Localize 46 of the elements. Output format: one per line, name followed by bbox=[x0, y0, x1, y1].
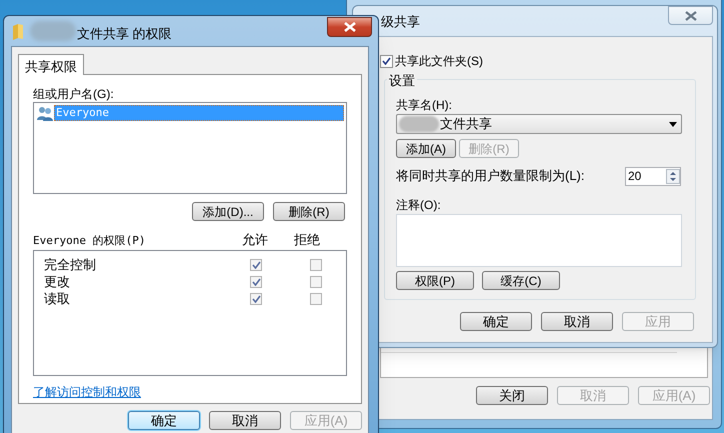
field-label: 注释(O): bbox=[396, 197, 442, 212]
dialog-button[interactable]: 缓存(C) bbox=[482, 271, 560, 290]
checkbox[interactable] bbox=[310, 292, 322, 304]
column-header: 拒绝 bbox=[293, 230, 321, 248]
dialog-button[interactable]: 取消 bbox=[541, 312, 613, 331]
checkbox-label: 共享此文件夹(S) bbox=[395, 53, 483, 70]
close-icon bbox=[684, 10, 696, 20]
checkbox[interactable] bbox=[250, 276, 262, 288]
spin-arrows-icon[interactable] bbox=[666, 168, 680, 184]
caret-icon bbox=[669, 122, 677, 126]
field-label: 将同时共享的用户数量限制为(L): bbox=[396, 167, 584, 186]
comment-field[interactable] bbox=[396, 214, 682, 267]
checkbox[interactable] bbox=[310, 276, 322, 288]
dialog-button[interactable]: 确定 bbox=[460, 312, 532, 331]
permission-name: 读取 bbox=[44, 290, 71, 308]
checkbox[interactable] bbox=[380, 54, 393, 68]
field-label: 组或用户名(G): bbox=[33, 86, 115, 101]
folder-icon bbox=[12, 24, 24, 40]
checkbox[interactable] bbox=[250, 292, 262, 304]
dropdown-value: 文件共享 bbox=[440, 115, 492, 134]
help-link[interactable]: 了解访问控制和权限 bbox=[33, 383, 141, 401]
window-title: 级共享 bbox=[381, 13, 420, 31]
blurred-redaction bbox=[30, 21, 76, 41]
permission-name: 更改 bbox=[44, 272, 71, 291]
column-header: 允许 bbox=[241, 230, 269, 248]
field-label: 共享名(H): bbox=[396, 97, 453, 112]
dialog-button[interactable]: 确定 bbox=[128, 411, 200, 430]
checkbox[interactable] bbox=[310, 258, 322, 270]
permission-name: 完全控制 bbox=[44, 256, 97, 274]
dialog-button[interactable]: 关闭 bbox=[476, 386, 548, 405]
close-icon bbox=[344, 22, 356, 32]
dialog-button[interactable]: 取消 bbox=[209, 411, 281, 430]
tab[interactable]: 共享权限 bbox=[18, 54, 84, 75]
checkbox[interactable] bbox=[250, 258, 262, 270]
dialog-button[interactable]: 权限(P) bbox=[396, 271, 474, 290]
users-icon bbox=[36, 106, 54, 120]
limit-spinner[interactable]: 20 bbox=[625, 166, 681, 186]
dialog-button[interactable]: 删除(R) bbox=[273, 202, 345, 221]
dialog-button[interactable]: 添加(A) bbox=[396, 139, 456, 158]
window-title: 文件共享 的权限 bbox=[77, 25, 172, 43]
close-button[interactable] bbox=[327, 17, 372, 37]
dialog-button[interactable]: 添加(D)... bbox=[192, 202, 264, 221]
share-name-dropdown[interactable]: 文件共享 bbox=[396, 114, 682, 134]
spinner-value: 20 bbox=[627, 168, 642, 185]
blurred-redaction bbox=[399, 116, 439, 132]
permissions-label: Everyone 的权限(P) bbox=[33, 232, 146, 248]
